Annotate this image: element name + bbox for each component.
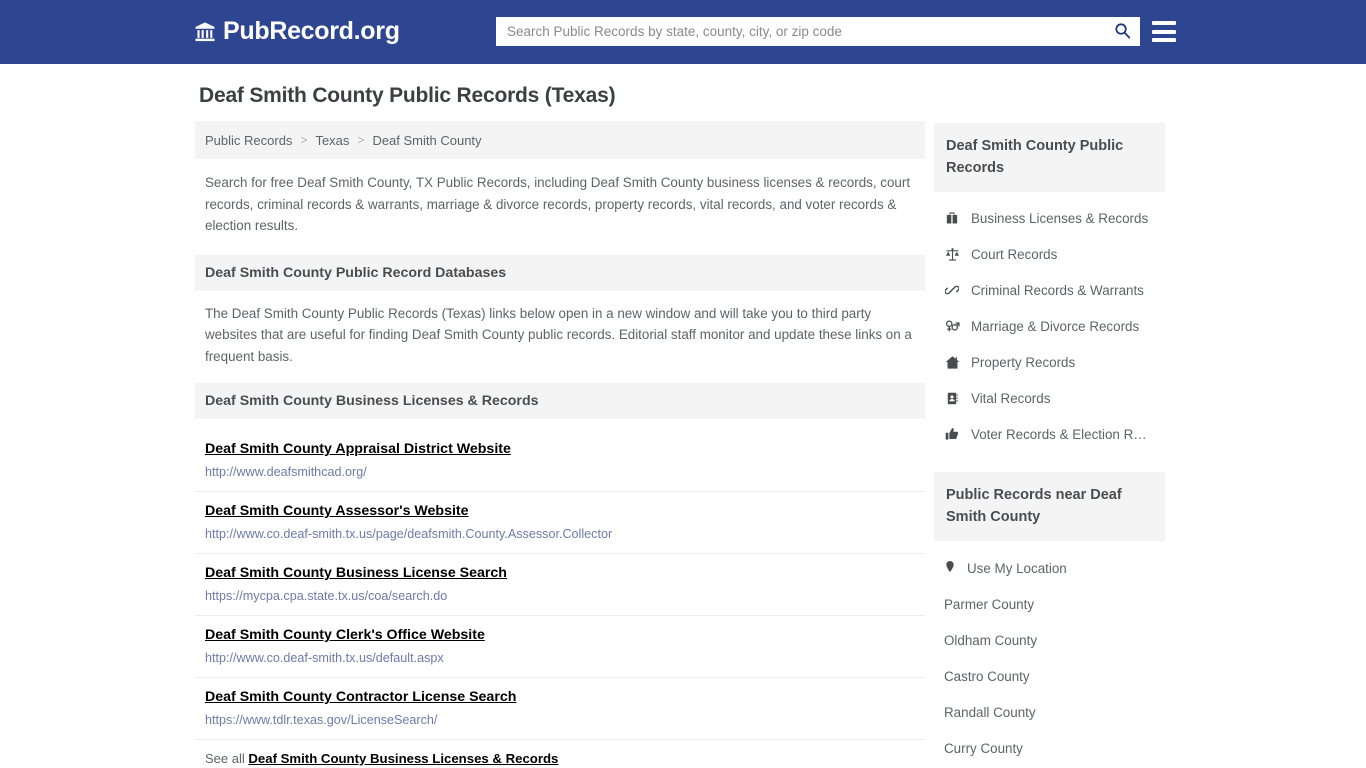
sidebar: Deaf Smith County Public Records Busines… xyxy=(934,123,1165,768)
see-all-link[interactable]: Deaf Smith County Business Licenses & Re… xyxy=(248,751,558,766)
sidebar-near-item-randall[interactable]: Randall County xyxy=(934,694,1165,730)
sidebar-near-list: Use My Location Parmer County Oldham Cou… xyxy=(934,541,1165,768)
use-my-location-label: Use My Location xyxy=(967,560,1067,576)
page-title: Deaf Smith County Public Records (Texas) xyxy=(199,84,616,107)
sidebar-near-item-curry[interactable]: Curry County xyxy=(934,730,1165,766)
hamburger-bar xyxy=(1152,38,1176,42)
page-body: Deaf Smith County Public Records (Texas)… xyxy=(0,64,1366,766)
link-title[interactable]: Deaf Smith County Business License Searc… xyxy=(205,565,507,581)
list-item: Deaf Smith County Assessor's Website htt… xyxy=(195,492,925,554)
bank-icon xyxy=(194,20,216,44)
link-url[interactable]: https://www.tdlr.texas.gov/LicenseSearch… xyxy=(205,713,915,727)
sidebar-near-item-label: Curry County xyxy=(944,740,1023,756)
link-url[interactable]: http://www.co.deaf-smith.tx.us/default.a… xyxy=(205,651,915,665)
sidebar-item-property-records[interactable]: Property Records xyxy=(934,344,1165,380)
intro-paragraph: Search for free Deaf Smith County, TX Pu… xyxy=(205,175,911,233)
see-all-row: See all Deaf Smith County Business Licen… xyxy=(195,740,925,766)
sidebar-item-marriage-divorce[interactable]: Marriage & Divorce Records xyxy=(934,308,1165,344)
list-item: Deaf Smith County Business License Searc… xyxy=(195,554,925,616)
handcuffs-icon xyxy=(944,282,960,298)
section-header-databases: Deaf Smith County Public Record Database… xyxy=(195,254,925,291)
breadcrumb-item-public-records[interactable]: Public Records xyxy=(205,133,292,148)
breadcrumb-separator: > xyxy=(300,133,308,147)
sidebar-item-label: Criminal Records & Warrants xyxy=(971,282,1144,298)
home-icon xyxy=(944,354,960,370)
map-pin-icon xyxy=(944,559,956,577)
sidebar-near-heading: Public Records near Deaf Smith County xyxy=(934,472,1165,541)
link-title[interactable]: Deaf Smith County Assessor's Website xyxy=(205,503,469,519)
sidebar-item-label: Business Licenses & Records xyxy=(971,210,1149,226)
link-url[interactable]: http://www.co.deaf-smith.tx.us/page/deaf… xyxy=(205,527,915,541)
sidebar-item-label: Property Records xyxy=(971,354,1076,370)
list-item: Deaf Smith County Clerk's Office Website… xyxy=(195,616,925,678)
sidebar-item-label: Court Records xyxy=(971,246,1058,262)
site-logo[interactable]: PubRecord.org xyxy=(194,19,400,44)
business-links-list: Deaf Smith County Appraisal District Web… xyxy=(195,428,925,740)
search-button[interactable] xyxy=(1105,18,1139,45)
link-title[interactable]: Deaf Smith County Contractor License Sea… xyxy=(205,689,516,705)
sidebar-near-item-parmer[interactable]: Parmer County xyxy=(934,586,1165,622)
venus-mars-icon xyxy=(944,318,960,334)
sidebar-item-label: Marriage & Divorce Records xyxy=(971,318,1140,334)
sidebar-item-court-records[interactable]: Court Records xyxy=(934,236,1165,272)
breadcrumb: Public Records > Texas > Deaf Smith Coun… xyxy=(195,121,925,159)
sidebar-item-voter-records[interactable]: Voter Records & Election R… xyxy=(934,416,1165,452)
balance-scale-icon xyxy=(944,246,960,262)
sidebar-near-item-castro[interactable]: Castro County xyxy=(934,658,1165,694)
briefcase-icon xyxy=(944,210,960,226)
sidebar-records-box: Deaf Smith County Public Records Busines… xyxy=(934,123,1165,452)
link-url[interactable]: http://www.deafsmithcad.org/ xyxy=(205,465,915,479)
link-title[interactable]: Deaf Smith County Appraisal District Web… xyxy=(205,441,511,457)
list-item: Deaf Smith County Appraisal District Web… xyxy=(195,428,925,492)
address-book-icon xyxy=(944,390,960,406)
sidebar-item-label: Voter Records & Election R… xyxy=(971,426,1147,442)
link-url[interactable]: https://mycpa.cpa.state.tx.us/coa/search… xyxy=(205,589,915,603)
hamburger-bar xyxy=(1152,21,1176,25)
sidebar-near-box: Public Records near Deaf Smith County Us… xyxy=(934,472,1165,768)
site-logo-text: PubRecord.org xyxy=(223,17,400,45)
breadcrumb-item-texas[interactable]: Texas xyxy=(315,133,349,148)
see-all-prefix: See all xyxy=(205,751,245,766)
search-input[interactable] xyxy=(497,18,1105,45)
sidebar-near-item-label: Oldham County xyxy=(944,632,1038,648)
breadcrumb-separator: > xyxy=(357,133,365,147)
list-item: Deaf Smith County Contractor License Sea… xyxy=(195,678,925,740)
sidebar-item-business-licenses[interactable]: Business Licenses & Records xyxy=(934,200,1165,236)
sidebar-near-item-oldham[interactable]: Oldham County xyxy=(934,622,1165,658)
sidebar-item-label: Vital Records xyxy=(971,390,1051,406)
sidebar-near-item-label: Randall County xyxy=(944,704,1036,720)
hamburger-bar xyxy=(1152,29,1176,34)
search-icon xyxy=(1114,22,1131,42)
hamburger-menu-icon[interactable] xyxy=(1152,19,1176,44)
search-bar xyxy=(496,17,1140,46)
sidebar-item-criminal-records[interactable]: Criminal Records & Warrants xyxy=(934,272,1165,308)
sidebar-records-heading: Deaf Smith County Public Records xyxy=(934,123,1165,192)
use-my-location-button[interactable]: Use My Location xyxy=(934,550,1165,586)
main-content: Public Records > Texas > Deaf Smith Coun… xyxy=(195,121,925,766)
sidebar-records-list: Business Licenses & Records Court Record… xyxy=(934,192,1165,452)
sidebar-near-item-label: Castro County xyxy=(944,668,1030,684)
site-header: PubRecord.org xyxy=(0,0,1366,64)
thumbs-up-icon xyxy=(944,426,960,442)
section-header-business-licenses: Deaf Smith County Business Licenses & Re… xyxy=(195,383,925,419)
databases-paragraph: The Deaf Smith County Public Records (Te… xyxy=(205,305,912,364)
link-title[interactable]: Deaf Smith County Clerk's Office Website xyxy=(205,627,485,643)
breadcrumb-item-deaf-smith-county: Deaf Smith County xyxy=(372,132,482,148)
sidebar-item-vital-records[interactable]: Vital Records xyxy=(934,380,1165,416)
sidebar-near-item-label: Parmer County xyxy=(944,596,1035,612)
